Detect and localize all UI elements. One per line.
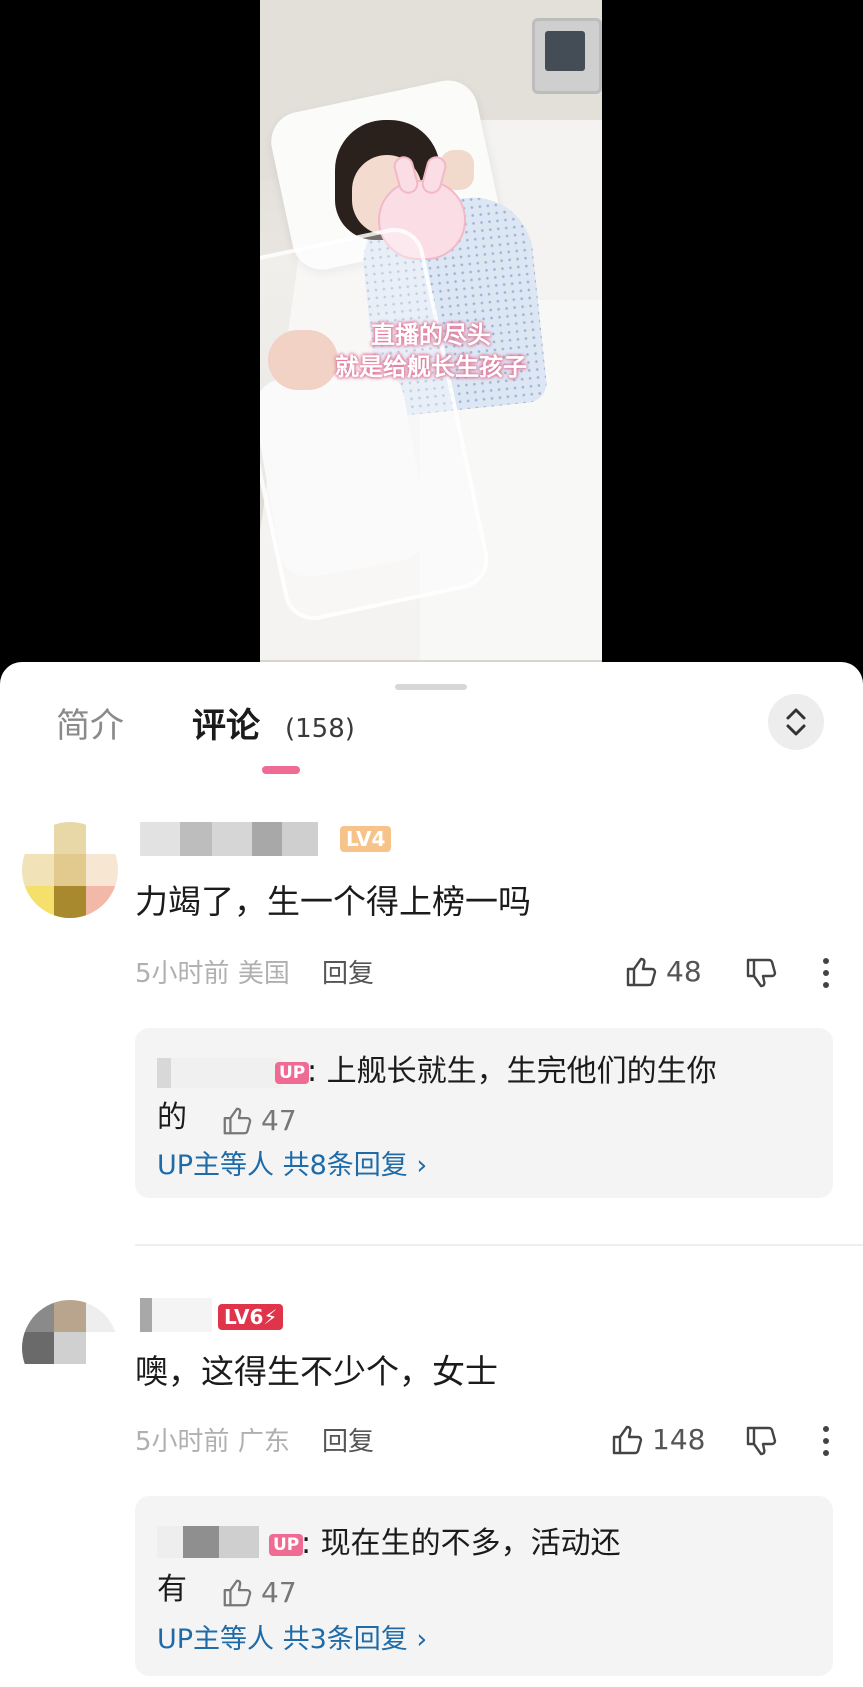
more-vertical-icon [823,958,829,988]
thumbs-down-icon [746,1426,777,1456]
comment-location: 广东 [237,1427,290,1457]
thumbs-up-icon [223,1579,252,1606]
thumbs-up-icon [612,1425,643,1455]
up-badge: UP [269,1534,304,1556]
comment-location: 美国 [237,959,290,989]
level-badge: LV6⚡ [218,1304,284,1330]
reply-text-line2: 的 [157,1100,187,1135]
reply-text-line2: 有 [157,1572,187,1607]
more-options-button[interactable] [820,1424,832,1462]
sort-toggle-icon [786,708,806,736]
reply-like-button[interactable]: 47 [221,1576,297,1609]
reply-button[interactable]: 回复 [322,1424,374,1460]
username-blurred[interactable] [140,1298,212,1332]
reply-text-line1: : 现在生的不多，活动还 [301,1526,621,1561]
video-player[interactable]: 直播的尽头 就是给舰长生孩子 [260,0,602,662]
reply-username-blurred[interactable] [157,1526,259,1558]
thumbs-down-icon [746,958,777,988]
video-caption-line1: 直播的尽头 [371,321,491,349]
reply-like-count: 47 [261,1104,297,1137]
dislike-button[interactable] [744,956,778,994]
tab-intro[interactable]: 简介 [56,704,124,748]
level-badge: LV4 [340,826,392,852]
avatar[interactable] [22,1300,118,1396]
drag-handle[interactable] [395,684,467,690]
dislike-button[interactable] [744,1424,778,1462]
medical-monitor [532,18,602,94]
more-options-button[interactable] [820,956,832,994]
active-tab-indicator [262,766,300,774]
tab-comments[interactable]: 评论 [192,704,260,748]
comment-time: 5小时前 [135,959,230,989]
avatar[interactable] [22,822,118,918]
up-badge: UP [275,1062,310,1084]
comment-meta: 5小时前 美国 [135,956,290,992]
comments-sheet: 简介 评论 (158) LV4 力竭了，生一个得上榜一吗 5小时前 美国 回复 … [0,662,863,1687]
reply-username-blurred[interactable] [157,1058,281,1088]
view-more-replies-link[interactable]: UP主等人 共3条回复 › [157,1622,427,1658]
comment-divider [135,1244,863,1246]
reply-like-count: 47 [261,1576,297,1609]
like-count: 148 [652,1423,706,1456]
like-button[interactable]: 148 [610,1422,705,1458]
video-caption-line2: 就是给舰长生孩子 [335,353,527,381]
reply-text-line1: : 上舰长就生，生完他们的生你 [307,1054,717,1089]
like-button[interactable]: 48 [624,954,702,990]
comments-count: (158) [285,714,355,744]
reply-button[interactable]: 回复 [322,956,374,992]
reply-preview-box[interactable]: UP : 上舰长就生，生完他们的生你 的 47 UP主等人 共8条回复 › [135,1028,833,1198]
thumbs-up-icon [223,1107,252,1134]
username-blurred[interactable] [140,822,318,856]
thumbs-up-icon [626,957,657,987]
comment-time: 5小时前 [135,1427,230,1457]
comment-text[interactable]: 噢，这得生不少个，女士 [135,1350,498,1394]
view-more-replies-link[interactable]: UP主等人 共8条回复 › [157,1148,427,1184]
comment-text[interactable]: 力竭了，生一个得上榜一吗 [135,880,531,924]
sort-toggle-button[interactable] [768,694,824,750]
like-count: 48 [666,955,702,988]
reply-preview-box[interactable]: UP : 现在生的不多，活动还 有 47 UP主等人 共3条回复 › [135,1496,833,1676]
reply-like-button[interactable]: 47 [221,1104,297,1137]
comment-meta: 5小时前 广东 [135,1424,290,1460]
more-vertical-icon [823,1426,829,1456]
